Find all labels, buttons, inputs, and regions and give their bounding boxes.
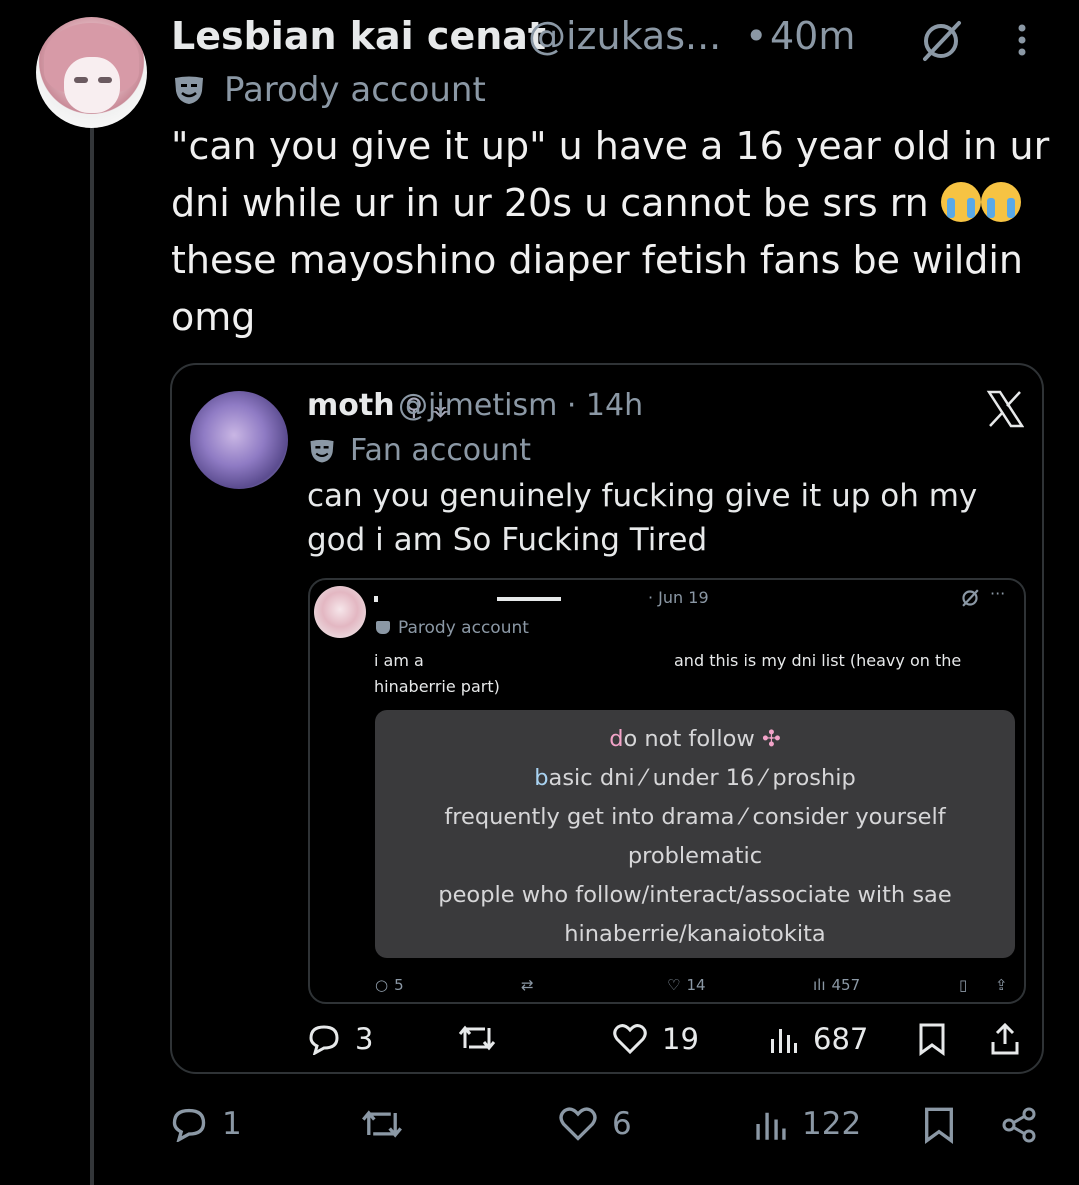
- quoted-reply-button[interactable]: 3: [307, 1022, 373, 1056]
- post-text-line: omg: [171, 295, 256, 339]
- repost-icon: [360, 1106, 404, 1142]
- loudly-crying-face-emoji: [980, 182, 1021, 222]
- repost-button[interactable]: [360, 1106, 404, 1142]
- anger-icon: ✣: [761, 726, 781, 752]
- views-icon: [769, 1023, 799, 1055]
- views-button[interactable]: 122: [754, 1106, 861, 1142]
- quoted-like-button[interactable]: 19: [612, 1022, 699, 1056]
- views-icon: ılı: [813, 976, 826, 994]
- dni-card-line: do not follow ✣: [609, 726, 781, 752]
- fan-badge: Fan account: [308, 433, 531, 468]
- repost-icon: ⇄: [521, 976, 534, 994]
- dni-card-line: problematic: [627, 843, 763, 869]
- avatar[interactable]: [36, 17, 147, 128]
- embedded-time: · Jun 19: [648, 588, 709, 607]
- more-options-icon[interactable]: [1014, 20, 1030, 60]
- loudly-crying-face-emoji: [940, 182, 981, 222]
- post-text: "can you give it up" u have a 16 year ol…: [171, 118, 1051, 346]
- embedded-like: ♡ 14: [667, 976, 706, 994]
- bookmark-button[interactable]: [922, 1106, 956, 1144]
- bookmark-icon: ▯: [959, 976, 968, 994]
- mask-icon: [376, 621, 390, 634]
- share-icon: [1000, 1106, 1038, 1144]
- bookmark-icon: [922, 1106, 956, 1144]
- embedded-actions: ○ 5 ⇄ ♡ 14 ılı 457 ▯ ⇪: [375, 976, 1015, 1000]
- share-button[interactable]: [1000, 1106, 1038, 1144]
- reply-icon: [170, 1106, 208, 1142]
- heart-icon: [558, 1106, 598, 1142]
- reply-button[interactable]: 1: [170, 1106, 242, 1142]
- thread-line: [90, 125, 94, 1185]
- grok-icon: [960, 588, 980, 608]
- post-actions: 1 6 122: [170, 1106, 1050, 1156]
- x-logo-icon[interactable]: [986, 390, 1024, 428]
- dni-card-line: basic dni ⁄ under 16 ⁄ proship: [534, 765, 856, 791]
- reply-icon: [307, 1023, 341, 1055]
- user-handle[interactable]: @izukas...: [528, 14, 721, 58]
- post-text-line: dni while ur in ur 20s u cannot be srs r…: [171, 181, 929, 225]
- dni-card-line: frequently get into drama ⁄ consider you…: [444, 804, 946, 830]
- dni-card-line: people who follow/interact/associate wit…: [438, 882, 952, 908]
- embedded-text-left: i am a hinaberrie part): [374, 651, 500, 696]
- like-button[interactable]: 6: [558, 1106, 632, 1142]
- parody-label: Parody account: [224, 70, 486, 110]
- post-time[interactable]: 40m: [770, 14, 855, 58]
- dni-card: do not follow ✣ basic dni ⁄ under 16 ⁄ p…: [375, 710, 1015, 958]
- grok-icon[interactable]: [918, 18, 964, 64]
- mask-icon: [172, 75, 206, 105]
- share-icon: [989, 1022, 1021, 1056]
- repost-icon: [457, 1022, 497, 1054]
- heart-icon: [612, 1023, 648, 1055]
- views-icon: [754, 1106, 788, 1142]
- quoted-bookmark-button[interactable]: [917, 1022, 947, 1056]
- quoted-avatar[interactable]: [190, 391, 288, 489]
- embedded-text-right: and this is my dni list (heavy on the: [674, 651, 962, 670]
- embedded-repost: ⇄: [521, 976, 534, 994]
- embedded-bookmark: ▯: [959, 976, 967, 994]
- quoted-share-button[interactable]: [989, 1022, 1021, 1056]
- heart-icon: ♡: [667, 976, 681, 994]
- post-text-line: these mayoshino diaper fetish fans be wi…: [171, 238, 1024, 282]
- parody-badge: Parody account: [172, 70, 486, 110]
- embedded-reply: ○ 5: [375, 976, 404, 994]
- more-options-icon: ···: [990, 584, 1006, 603]
- mask-icon: [308, 438, 336, 464]
- dni-card-line: hinaberrie/kanaiotokita: [564, 921, 826, 947]
- post-text-line: "can you give it up" u have a 16 year ol…: [171, 124, 1050, 168]
- separator-dot: •: [745, 14, 768, 58]
- embedded-parody-badge: Parody account: [376, 618, 529, 638]
- share-icon: ⇪: [995, 976, 1008, 994]
- reply-icon: ○: [375, 976, 389, 994]
- quoted-actions: 3 19 687: [307, 1022, 1037, 1066]
- display-name[interactable]: Lesbian kai cenat: [171, 14, 546, 58]
- bookmark-icon: [917, 1022, 947, 1056]
- embedded-avatar: [314, 586, 366, 638]
- quoted-repost-button[interactable]: [457, 1022, 497, 1054]
- fan-label: Fan account: [350, 433, 531, 468]
- quoted-handle-time[interactable]: @jimetism · 14h: [398, 388, 643, 423]
- embedded-name-redacted: [374, 588, 644, 602]
- embedded-share: ⇪: [995, 976, 1008, 994]
- quoted-text: can you genuinely fucking give it up oh …: [307, 478, 978, 558]
- embedded-views: ılı 457: [813, 976, 861, 994]
- quoted-views-button[interactable]: 687: [769, 1022, 868, 1056]
